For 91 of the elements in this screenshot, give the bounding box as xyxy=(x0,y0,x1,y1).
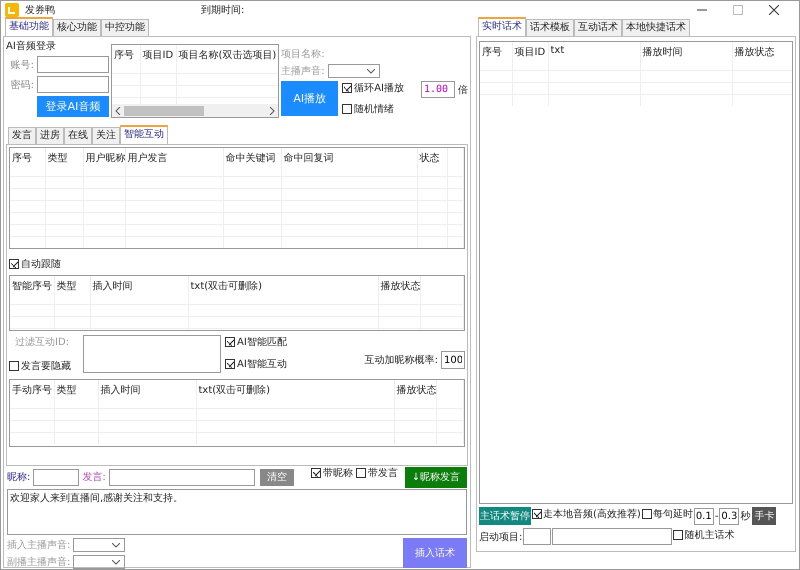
project-name-label: 项目名称: xyxy=(281,48,326,61)
tab[interactable]: 互动话术 xyxy=(574,19,622,36)
column-header: 用户发言 xyxy=(125,148,223,176)
card-button[interactable]: 手卡 xyxy=(752,507,776,525)
tab[interactable]: 实时话术 xyxy=(478,17,526,36)
loop-checkbox[interactable]: 循环AI播放 xyxy=(342,81,404,95)
account-field[interactable] xyxy=(37,56,109,73)
tab[interactable]: 本地快捷话术 xyxy=(622,19,690,36)
tab[interactable]: 中控功能 xyxy=(101,19,149,36)
chevron-down-icon[interactable] xyxy=(112,560,120,565)
column-header: 播放状态 xyxy=(378,276,420,304)
column-header: 命中关键词 xyxy=(223,148,281,176)
horizontal-scrollbar[interactable] xyxy=(112,104,278,117)
nickname-field[interactable] xyxy=(33,468,80,486)
column-header: 插入时间 xyxy=(98,380,196,408)
with-nickname-checkbox[interactable]: 带昵称 xyxy=(310,466,353,480)
account-label: 账号: xyxy=(10,58,34,72)
column-header: 播放状态 xyxy=(394,380,436,408)
column-header: 序号 xyxy=(112,45,140,74)
column-header: 项目名称(双击选项目) xyxy=(176,45,278,74)
random-mood-checkbox[interactable]: 随机情绪 xyxy=(342,102,394,116)
voice-label: 主播声音: xyxy=(281,64,325,78)
column-header: 序号 xyxy=(480,42,512,70)
range-dash: - xyxy=(714,510,718,522)
tab[interactable]: 智能互动 xyxy=(120,125,168,144)
pause-button[interactable]: 主话术暂停 xyxy=(479,507,531,525)
message-field[interactable]: 欢迎家人来到直播间,感谢关注和支持。 xyxy=(7,489,467,535)
delay-checkbox[interactable]: 每句延时 xyxy=(642,507,693,521)
maximize-icon[interactable] xyxy=(733,5,743,15)
scroll-right-icon[interactable] xyxy=(269,106,276,114)
auto-follow-checkbox[interactable]: 自动跟随 xyxy=(9,257,61,271)
tab[interactable]: 核心功能 xyxy=(53,19,101,36)
tab[interactable]: 在线 xyxy=(64,127,92,144)
filter-label: 过滤互动ID: xyxy=(14,336,70,349)
ai-match-checkbox[interactable]: AI智能匹配 xyxy=(225,335,287,349)
scroll-left-icon[interactable] xyxy=(115,106,121,114)
ai-interact-checkbox[interactable]: AI智能互动 xyxy=(225,357,287,371)
column-header: 类型 xyxy=(45,148,83,176)
delay-max-field[interactable]: 0.3 xyxy=(719,508,740,524)
speech-field[interactable] xyxy=(108,468,255,486)
chevron-down-icon[interactable] xyxy=(112,543,120,548)
column-header: 播放时间 xyxy=(640,42,732,70)
speed-field[interactable]: 1.00 xyxy=(421,81,455,98)
nickname-label: 昵称: xyxy=(7,471,30,484)
window-title: 发券鸭 xyxy=(25,4,55,17)
tab[interactable]: 发言 xyxy=(8,127,36,144)
start-id-field[interactable] xyxy=(523,528,552,545)
tab[interactable]: 基础功能 xyxy=(5,17,53,36)
nickname-rate-label: 互动加昵称概率: xyxy=(364,354,438,367)
speech-label: 发言: xyxy=(82,470,106,484)
column-header: 项目ID xyxy=(140,45,176,74)
send-button[interactable]: ↓昵称发言 xyxy=(405,466,467,488)
column-header: 命中回复词 xyxy=(281,148,417,176)
column-header: txt(双击可删除) xyxy=(196,380,394,408)
local-audio-checkbox[interactable]: 走本地音频(高效推荐) xyxy=(532,507,641,521)
tab[interactable]: 话术模板 xyxy=(526,19,574,36)
column-header: 状态 xyxy=(417,148,447,176)
column-header: 用户昵称 xyxy=(83,148,125,176)
app-logo-icon xyxy=(5,3,19,17)
column-header: 项目ID xyxy=(512,42,548,70)
column-header: 播放状态 xyxy=(732,42,792,70)
nickname-rate-field[interactable]: 100 xyxy=(441,351,465,369)
column-header: txt xyxy=(548,42,640,70)
with-speech-checkbox[interactable]: 带发言 xyxy=(356,466,398,480)
delay-min-field[interactable]: 0.1 xyxy=(694,508,714,524)
column-header: txt(双击可删除) xyxy=(188,276,378,304)
speed-unit: 倍 xyxy=(458,84,468,96)
sub-voice-label: 副播主播声音: xyxy=(7,556,70,569)
seconds-unit: 秒 xyxy=(740,510,750,523)
hide-speech-checkbox[interactable]: 发言要隐藏 xyxy=(9,359,71,373)
column-header: 序号 xyxy=(10,148,45,176)
column-header: 插入时间 xyxy=(90,276,188,304)
password-label: 密码: xyxy=(10,78,34,92)
expire-label: 到期时间: xyxy=(201,4,246,17)
random-main-checkbox[interactable]: 随机主话术 xyxy=(673,528,734,542)
close-icon[interactable] xyxy=(769,5,779,15)
start-name-field[interactable] xyxy=(552,528,672,545)
tab[interactable]: 进房 xyxy=(36,127,64,144)
column-header: 智能序号 xyxy=(10,276,54,304)
column-header: 类型 xyxy=(54,276,90,304)
column-header: 手动序号 xyxy=(10,380,54,408)
insert-button[interactable]: 插入话术 xyxy=(403,538,467,568)
insert-voice-label: 插入主播声音: xyxy=(7,538,70,552)
password-field[interactable] xyxy=(37,76,109,93)
column-header: 类型 xyxy=(54,380,98,408)
tab[interactable]: 关注 xyxy=(92,127,120,144)
filter-id-field[interactable] xyxy=(83,335,221,373)
start-project-label: 启动项目: xyxy=(479,530,522,544)
group-title: AI音频登录 xyxy=(6,40,57,53)
chevron-down-icon[interactable] xyxy=(366,69,375,74)
clear-button[interactable]: 清空 xyxy=(260,468,294,486)
